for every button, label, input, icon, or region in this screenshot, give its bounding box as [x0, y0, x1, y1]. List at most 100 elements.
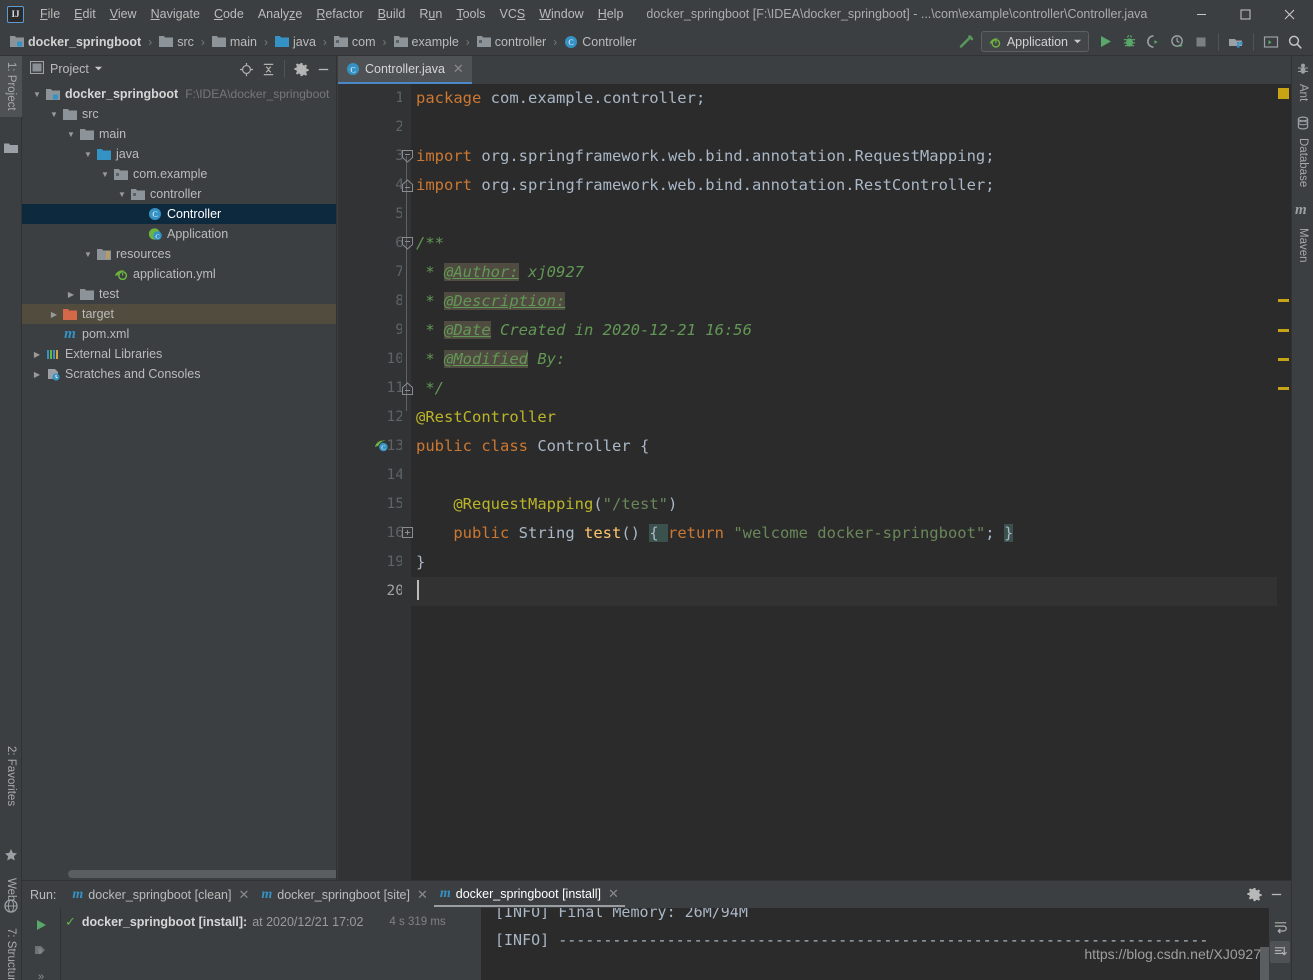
code-line-4[interactable]: import org.springframework.web.bind.anno…	[411, 171, 1291, 200]
run-settings-button[interactable]	[1243, 884, 1265, 906]
fold-marker-expand[interactable]	[402, 527, 414, 540]
hide-run-panel-button[interactable]	[1265, 884, 1287, 906]
stop-button[interactable]	[1189, 31, 1213, 53]
tree-node-src[interactable]: ▼ src	[22, 104, 336, 124]
menu-item-view[interactable]: View	[103, 4, 144, 24]
run-result-row[interactable]: ✓ docker_springboot [install]: at 2020/1…	[61, 912, 481, 932]
profile-button[interactable]	[1165, 31, 1189, 53]
tree-node-scratches-and-consoles[interactable]: ▶ Scratches and Consoles	[22, 364, 336, 384]
editor-gutter[interactable]: 1 2 3 4 5 6 7 8 9 10 11 12 13 C 14 15 16 19 20	[338, 84, 410, 880]
code-line-6[interactable]: /**	[411, 229, 1291, 258]
menu-item-build[interactable]: Build	[371, 4, 413, 24]
rerun-button[interactable]	[22, 912, 60, 938]
code-line-15[interactable]: @RequestMapping("/test")	[411, 490, 1291, 519]
fold-marker-collapse-end[interactable]	[402, 382, 414, 395]
select-opened-file-button[interactable]	[235, 58, 257, 80]
editor-warning-marker[interactable]	[1278, 358, 1289, 361]
fold-marker-collapse-bottom[interactable]	[402, 179, 414, 192]
tree-node-controller[interactable]: C Controller	[22, 204, 336, 224]
run-tab-2[interactable]: m docker_springboot [install] ✕	[433, 883, 625, 907]
menu-item-edit[interactable]: Edit	[67, 4, 103, 24]
close-icon[interactable]: ✕	[453, 61, 464, 77]
scroll-to-end-button[interactable]	[1270, 941, 1290, 963]
fold-marker-collapse-top[interactable]	[402, 237, 414, 250]
code-line-7[interactable]: * @Author: xj0927	[411, 258, 1291, 287]
code-line-2[interactable]	[411, 113, 1291, 142]
debug-button[interactable]	[1117, 31, 1141, 53]
editor-warning-marker[interactable]	[1278, 88, 1289, 99]
editor-warning-marker[interactable]	[1278, 329, 1289, 332]
menu-item-refactor[interactable]: Refactor	[309, 4, 370, 24]
menu-item-help[interactable]: Help	[591, 4, 631, 24]
close-icon[interactable]: ✕	[417, 887, 428, 903]
close-button[interactable]	[1267, 1, 1311, 28]
tree-node-test[interactable]: ▶ test	[22, 284, 336, 304]
menu-item-window[interactable]: Window	[532, 4, 590, 24]
code-line-9[interactable]: * @Date Created in 2020-12-21 16:56	[411, 316, 1291, 345]
run-result-tree[interactable]: ✓ docker_springboot [install]: at 2020/1…	[61, 908, 481, 980]
tree-node-docker-springboot[interactable]: ▼ docker_springboot F:\IDEA\docker_springb…	[22, 84, 336, 104]
menu-item-navigate[interactable]: Navigate	[144, 4, 207, 24]
breadcrumb-item-docker_springboot[interactable]: docker_springboot	[8, 34, 143, 50]
fold-marker-collapse-top[interactable]	[402, 150, 414, 163]
chevron-down-icon[interactable]: ▼	[30, 90, 44, 99]
chevron-down-icon[interactable]: ▼	[81, 150, 95, 159]
breadcrumb-item-example[interactable]: example	[392, 34, 461, 50]
code-line-14[interactable]	[411, 461, 1291, 490]
tree-node-target[interactable]: ▶ target	[22, 304, 336, 324]
tree-node-application[interactable]: C Application	[22, 224, 336, 244]
minimize-button[interactable]	[1179, 1, 1223, 28]
close-icon[interactable]: ✕	[238, 887, 249, 903]
collapse-all-button[interactable]	[257, 58, 279, 80]
sidebar-item-favorites[interactable]: 2: Favorites	[0, 740, 22, 812]
code-line-3[interactable]: import org.springframework.web.bind.anno…	[411, 142, 1291, 171]
expand-button[interactable]: »	[22, 964, 60, 980]
toggle-tasks-button[interactable]: 9	[22, 938, 60, 964]
editor-marker-bar[interactable]	[1277, 84, 1291, 880]
hide-panel-button[interactable]	[312, 58, 334, 80]
spring-bean-icon[interactable]: C	[374, 438, 390, 453]
project-tree[interactable]: ▼ docker_springboot F:\IDEA\docker_springb…	[22, 82, 336, 880]
menu-item-analyze[interactable]: Analyze	[251, 4, 309, 24]
code-line-13[interactable]: public class Controller {	[411, 432, 1291, 461]
code-line-20[interactable]	[411, 577, 1291, 606]
project-tree-hscrollbar[interactable]	[22, 868, 336, 880]
chevron-down-icon[interactable]: ▼	[115, 190, 129, 199]
sidebar-item-structure[interactable]: 7: Structure	[0, 922, 22, 980]
breadcrumb-item-controller[interactable]: controller	[475, 34, 548, 50]
chevron-right-icon[interactable]: ▶	[47, 310, 61, 319]
tree-node-pom-xml[interactable]: m pom.xml	[22, 324, 336, 344]
breadcrumb-item-src[interactable]: src	[157, 34, 196, 50]
close-icon[interactable]: ✕	[608, 886, 619, 902]
tree-node-com-example[interactable]: ▼ com.example	[22, 164, 336, 184]
run-tab-1[interactable]: m docker_springboot [site] ✕	[255, 884, 434, 906]
menu-item-code[interactable]: Code	[207, 4, 251, 24]
sidebar-item-ant[interactable]: Ant	[1292, 78, 1313, 107]
code-line-19[interactable]: }	[411, 548, 1291, 577]
sidebar-item-maven[interactable]: Maven	[1292, 222, 1313, 269]
menu-item-file[interactable]: File	[33, 4, 67, 24]
chevron-right-icon[interactable]: ▶	[64, 290, 78, 299]
tree-node-external-libraries[interactable]: ▶ External Libraries	[22, 344, 336, 364]
breadcrumb-item-java[interactable]: java	[273, 34, 318, 50]
code-editor[interactable]: 1 2 3 4 5 6 7 8 9 10 11 12 13 C 14 15 16 19 20 package com…	[338, 84, 1291, 880]
tab-controller-java[interactable]: C Controller.java ✕	[338, 56, 472, 84]
code-line-16[interactable]: public String test() { return "welcome d…	[411, 519, 1291, 548]
editor-warning-marker[interactable]	[1278, 299, 1289, 302]
chevron-down-icon[interactable]: ▼	[64, 130, 78, 139]
scrollbar-thumb[interactable]	[68, 870, 336, 878]
chevron-right-icon[interactable]: ▶	[30, 350, 44, 359]
sidebar-item-project[interactable]: 1: Project	[0, 56, 22, 117]
editor-warning-marker[interactable]	[1278, 387, 1289, 390]
chevron-down-icon[interactable]: ▼	[81, 250, 95, 259]
chevron-down-icon[interactable]	[94, 62, 103, 76]
menu-item-run[interactable]: Run	[412, 4, 449, 24]
code-content[interactable]: package com.example.controller; import or…	[411, 84, 1291, 880]
tree-node-controller[interactable]: ▼ controller	[22, 184, 336, 204]
breadcrumb-item-main[interactable]: main	[210, 34, 259, 50]
project-structure-button[interactable]	[1224, 31, 1248, 53]
run-configuration-selector[interactable]: Application	[980, 31, 1089, 52]
tree-node-main[interactable]: ▼ main	[22, 124, 336, 144]
tree-node-resources[interactable]: ▼ resources	[22, 244, 336, 264]
terminal-button[interactable]	[1259, 31, 1283, 53]
